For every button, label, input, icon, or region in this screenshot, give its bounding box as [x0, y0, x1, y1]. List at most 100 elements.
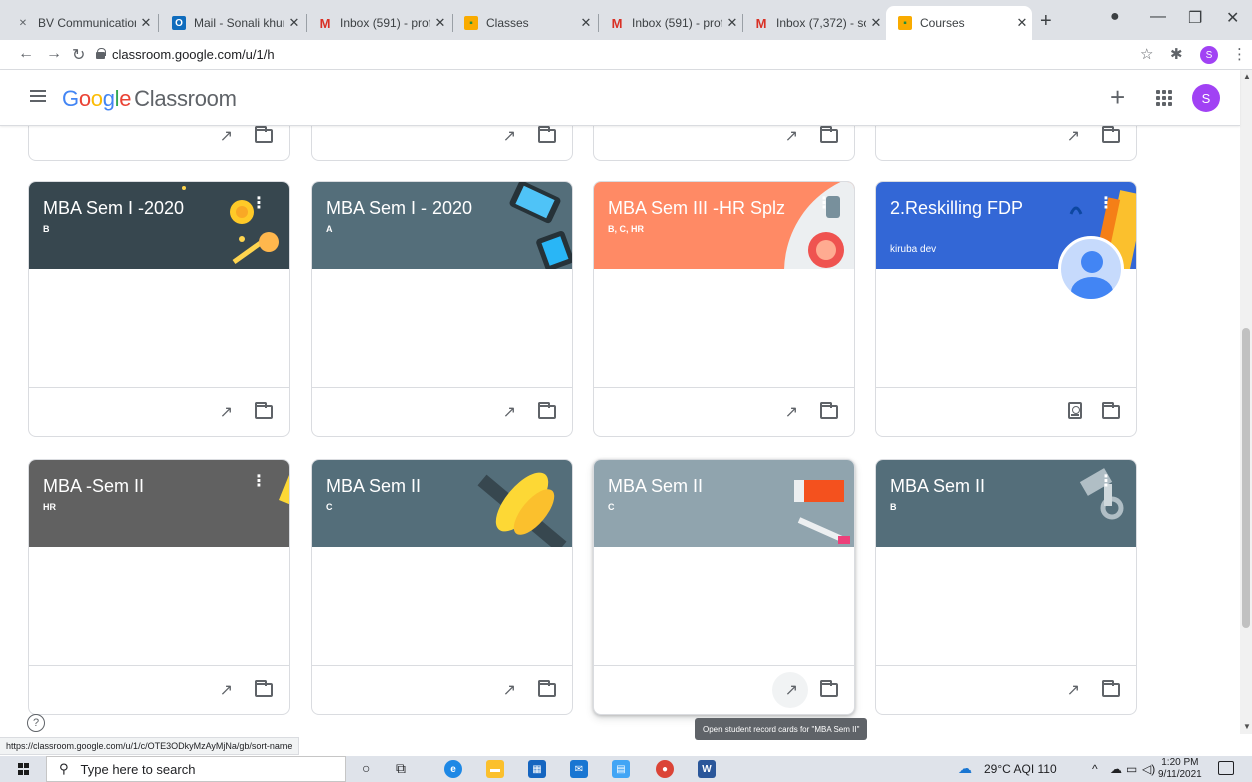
trending-icon[interactable]: ↗ — [785, 680, 798, 700]
weather-icon[interactable]: ☁ — [958, 760, 972, 777]
windows-start-icon[interactable] — [18, 763, 30, 775]
browser-tab[interactable]: M Inbox (7,372) - sona ✕ — [742, 6, 886, 40]
trending-icon[interactable]: ↗ — [1067, 680, 1080, 700]
create-join-class-button[interactable]: + — [1110, 82, 1125, 113]
trending-icon[interactable]: ↗ — [220, 680, 233, 700]
close-tab-icon[interactable]: ✕ — [722, 15, 742, 31]
url-field[interactable]: classroom.google.com/u/1/h — [112, 47, 275, 62]
course-card[interactable]: ↗ — [875, 126, 1137, 161]
folder-icon[interactable] — [538, 402, 556, 419]
trending-icon[interactable]: ↗ — [503, 402, 516, 422]
close-window-button[interactable]: ✕ — [1226, 8, 1239, 28]
page-scrollbar[interactable]: ▲ ▼ — [1240, 70, 1252, 734]
lock-icon[interactable] — [96, 48, 106, 59]
browser-menu-icon[interactable]: ⋮ — [1232, 45, 1247, 63]
close-tab-icon[interactable]: ✕ — [866, 15, 886, 31]
browser-tab-active[interactable]: ▪ Courses ✕ — [886, 6, 1032, 40]
folder-icon[interactable] — [820, 680, 838, 697]
folder-icon[interactable] — [1102, 680, 1120, 697]
close-tab-icon[interactable]: ✕ — [136, 15, 156, 31]
trending-icon[interactable]: ↗ — [220, 402, 233, 422]
close-tab-icon[interactable]: ✕ — [576, 15, 596, 31]
course-title[interactable]: MBA -Sem II — [43, 476, 144, 497]
forward-icon[interactable]: → — [46, 45, 62, 63]
course-banner[interactable]: MBA Sem III -HR Splz B, C, HR ⋮ — [594, 182, 854, 269]
browser-tab[interactable]: M Inbox (591) - profsc ✕ — [598, 6, 742, 40]
course-card[interactable]: MBA Sem III -HR Splz B, C, HR ⋮ ↗ — [593, 181, 855, 437]
close-tab-icon[interactable]: ✕ — [284, 15, 304, 31]
google-apps-icon[interactable] — [1156, 90, 1172, 106]
minimize-button[interactable]: — — [1150, 8, 1166, 26]
new-tab-button[interactable]: + — [1040, 10, 1052, 33]
course-banner[interactable]: MBA Sem I -2020 B ⋮ — [29, 182, 289, 269]
account-avatar[interactable]: S — [1192, 84, 1220, 112]
course-card[interactable]: ↗ — [28, 126, 290, 161]
taskbar-clock[interactable]: 1:20 PM 9/11/2021 — [1158, 757, 1202, 781]
volume-icon[interactable]: ◁) — [1142, 762, 1155, 776]
onedrive-icon[interactable]: ☁ — [1110, 762, 1122, 776]
chrome-icon[interactable]: ● — [656, 760, 674, 778]
folder-icon[interactable] — [255, 680, 273, 697]
task-view-icon[interactable]: ⧉ — [396, 760, 406, 777]
more-options-icon[interactable]: ⋮ — [1098, 474, 1114, 490]
browser-tab[interactable]: O Mail - Sonali khurje ✕ — [160, 6, 304, 40]
google-classroom-logo[interactable]: Google Classroom — [62, 86, 237, 112]
tab-search-icon[interactable]: ● — [1110, 8, 1120, 26]
folder-icon[interactable] — [1102, 402, 1120, 419]
more-options-icon[interactable]: ⋮ — [251, 474, 267, 490]
back-icon[interactable]: ← — [18, 45, 34, 63]
cortana-icon[interactable]: ○ — [362, 760, 370, 776]
trending-icon[interactable]: ↗ — [1067, 126, 1080, 146]
course-card[interactable]: MBA Sem II B ⋮ ↗ — [875, 459, 1137, 715]
browser-profile-avatar[interactable]: S — [1200, 46, 1218, 64]
close-tab-icon[interactable]: ✕ — [430, 15, 450, 31]
folder-icon[interactable] — [255, 402, 273, 419]
course-title[interactable]: MBA Sem III -HR Splz — [608, 198, 785, 219]
extensions-icon[interactable]: ✱ — [1170, 45, 1183, 63]
taskbar-search[interactable]: ⚲ Type here to search — [46, 756, 346, 782]
course-banner[interactable]: MBA Sem I - 2020 A — [312, 182, 572, 269]
trending-icon[interactable]: ↗ — [785, 402, 798, 422]
restore-button[interactable]: ❐ — [1188, 8, 1202, 28]
course-title[interactable]: MBA Sem II — [890, 476, 985, 497]
course-title[interactable]: MBA Sem II — [326, 476, 421, 497]
folder-icon[interactable] — [255, 126, 273, 143]
reload-icon[interactable]: ↻ — [72, 45, 85, 65]
course-banner[interactable]: MBA Sem II C — [594, 460, 854, 547]
course-card[interactable]: MBA Sem I -2020 B ⋮ ↗ — [28, 181, 290, 437]
more-options-icon[interactable]: ⋮ — [816, 196, 832, 212]
close-tab-icon[interactable]: ✕ — [1012, 15, 1032, 31]
scroll-down-icon[interactable]: ▼ — [1243, 722, 1251, 731]
more-options-icon[interactable]: ⋮ — [1098, 196, 1114, 212]
course-title[interactable]: MBA Sem I -2020 — [43, 198, 184, 219]
trending-icon[interactable]: ↗ — [503, 126, 516, 146]
weather-text[interactable]: 29°C AQI 110 — [984, 762, 1057, 776]
folder-icon[interactable] — [820, 402, 838, 419]
folder-icon[interactable] — [1102, 126, 1120, 143]
course-title[interactable]: 2.Reskilling FDP — [890, 198, 1023, 219]
browser-tab[interactable]: M Inbox (591) - profsc ✕ — [306, 6, 450, 40]
course-card[interactable]: MBA Sem I - 2020 A ↗ — [311, 181, 573, 437]
bookmark-star-icon[interactable]: ☆ — [1140, 45, 1153, 63]
course-card[interactable]: MBA Sem II C ↗ — [593, 459, 855, 715]
trending-icon[interactable]: ↗ — [503, 680, 516, 700]
folder-icon[interactable] — [538, 680, 556, 697]
scroll-up-icon[interactable]: ▲ — [1243, 72, 1251, 81]
browser-tab[interactable]: ▪ Classes ✕ — [452, 6, 596, 40]
browser-tab[interactable]: ✕ BV Communication ✕ — [4, 6, 156, 40]
course-banner[interactable]: MBA Sem II C — [312, 460, 572, 547]
course-banner[interactable]: MBA Sem II B ⋮ — [876, 460, 1136, 547]
notifications-icon[interactable] — [1218, 761, 1234, 775]
folder-icon[interactable] — [820, 126, 838, 143]
course-card[interactable]: ↗ — [593, 126, 855, 161]
trending-icon[interactable]: ↗ — [785, 126, 798, 146]
store-icon[interactable]: ▦ — [528, 760, 546, 778]
course-card[interactable]: 2.Reskilling FDP kiruba dev ⋮ — [875, 181, 1137, 437]
main-menu-icon[interactable] — [30, 90, 46, 102]
course-card[interactable]: MBA -Sem II HR ⋮ ↗ — [28, 459, 290, 715]
calendar-app-icon[interactable]: ▤ — [612, 760, 630, 778]
student-record-icon[interactable] — [1068, 402, 1082, 419]
more-options-icon[interactable]: ⋮ — [251, 196, 267, 212]
trending-icon[interactable]: ↗ — [220, 126, 233, 146]
mail-icon[interactable]: ✉ — [570, 760, 588, 778]
